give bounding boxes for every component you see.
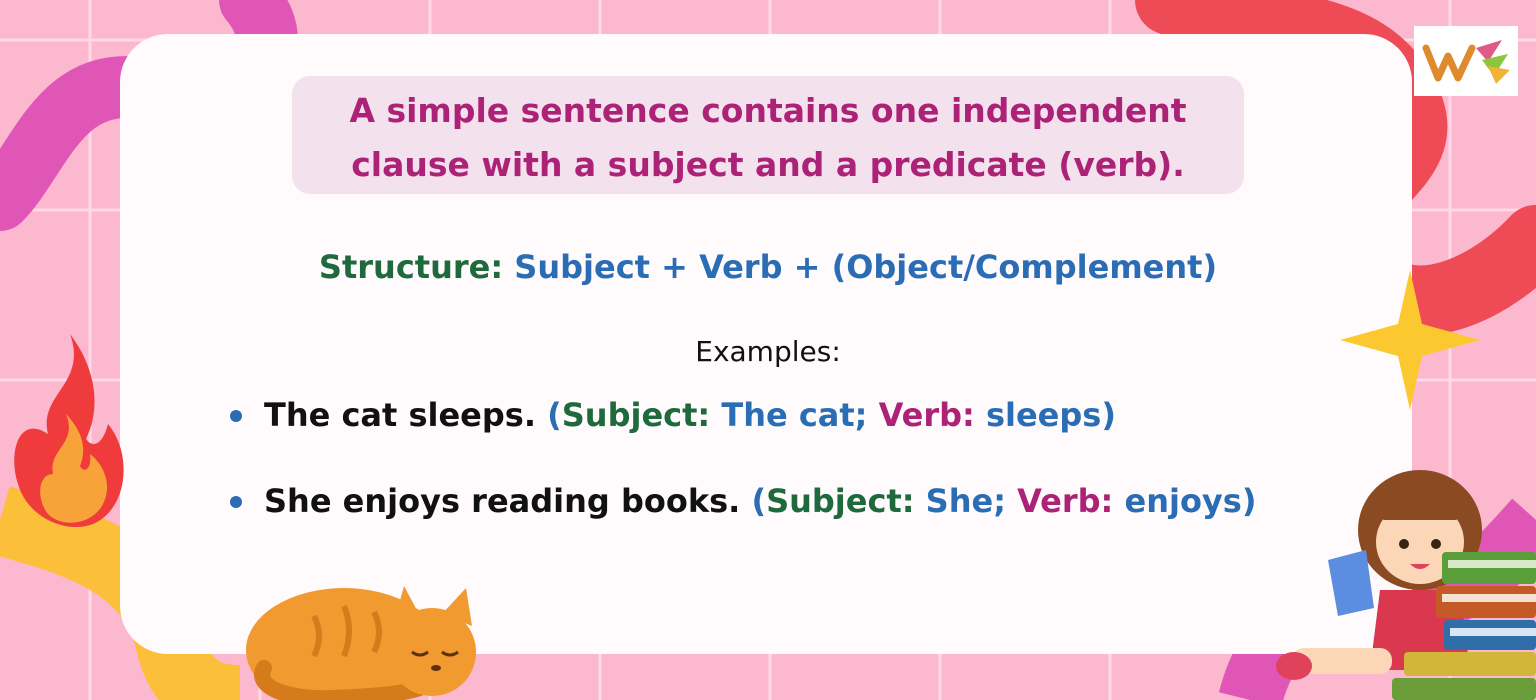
example-subject-label: Subject xyxy=(561,396,698,434)
example-verb-colon: : xyxy=(962,396,975,434)
example-verb-value: sleeps) xyxy=(985,396,1116,434)
example-open-paren: ( xyxy=(751,482,767,520)
structure-label: Structure xyxy=(318,248,491,286)
structure-line: Structure: Subject + Verb + (Object/Comp… xyxy=(120,244,1416,290)
example-verb-label: Verb xyxy=(1017,482,1101,520)
example-sentence: She enjoys reading books. xyxy=(264,482,741,520)
example-item: She enjoys reading books. (Subject: She;… xyxy=(228,478,1408,524)
sleeping-cat-icon xyxy=(246,586,476,700)
headline-line-2: clause with a subject and a predicate (v… xyxy=(351,145,1185,184)
example-item: The cat sleeps. (Subject: The cat; Verb:… xyxy=(228,392,1408,438)
bullet-dot-icon xyxy=(230,496,242,508)
examples-heading: Examples: xyxy=(695,335,841,368)
example-subject-value: The cat; xyxy=(721,396,868,434)
example-subject-colon: : xyxy=(697,396,711,434)
example-sentence: The cat sleeps. xyxy=(264,396,536,434)
example-open-paren: ( xyxy=(547,396,562,434)
example-subject-label: Subject xyxy=(766,482,902,520)
bullet-dot-icon xyxy=(230,410,242,422)
example-subject-colon: : xyxy=(901,482,915,520)
star-burst-icon xyxy=(1340,270,1480,410)
brand-logo-icon xyxy=(1414,26,1518,96)
headline-line-1: A simple sentence contains one independe… xyxy=(349,91,1187,130)
structure-formula: Subject + Verb + (Object/Complement) xyxy=(514,248,1218,286)
headline: A simple sentence contains one independe… xyxy=(292,84,1244,192)
example-verb-colon: : xyxy=(1100,482,1114,520)
example-verb-label: Verb xyxy=(878,396,963,434)
book-stack-icon xyxy=(1392,552,1536,700)
example-subject-value: She; xyxy=(925,482,1006,520)
structure-colon: : xyxy=(490,248,504,286)
examples-list: The cat sleeps. (Subject: The cat; Verb:… xyxy=(228,392,1408,564)
flame-icon xyxy=(14,334,124,528)
example-verb-value: enjoys) xyxy=(1124,482,1257,520)
